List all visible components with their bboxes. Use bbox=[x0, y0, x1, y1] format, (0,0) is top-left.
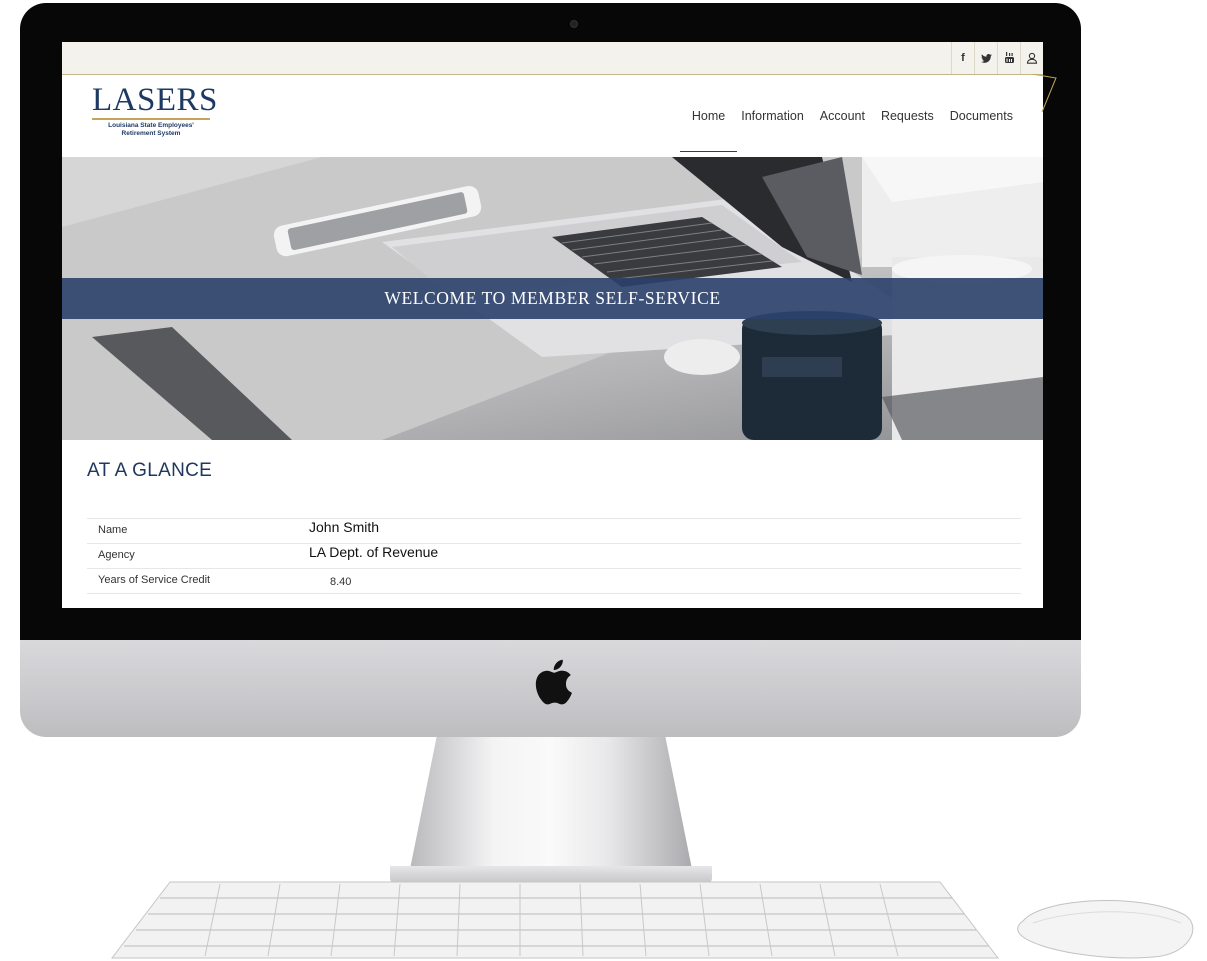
nav-documents[interactable]: Documents bbox=[942, 101, 1021, 131]
logo-subtitle-line1: Louisiana State Employees' bbox=[108, 122, 194, 129]
imac-stand bbox=[408, 737, 694, 879]
row-label: Years of Service Credit bbox=[98, 574, 211, 586]
magic-mouse bbox=[1017, 900, 1194, 959]
at-a-glance-table: Name John Smith Agency LA Dept. of Reven… bbox=[87, 518, 1021, 594]
table-row: Name John Smith bbox=[87, 518, 1021, 543]
facebook-icon[interactable]: f bbox=[951, 42, 974, 74]
logo-wordmark: LASERS bbox=[92, 82, 218, 118]
table-row: Agency LA Dept. of Revenue bbox=[87, 543, 1021, 568]
nav-information[interactable]: Information bbox=[733, 101, 812, 131]
twitter-icon[interactable] bbox=[974, 42, 997, 74]
nav-arrow-outline bbox=[1031, 74, 1057, 113]
welcome-banner: WELCOME TO MEMBER SELF-SERVICE bbox=[62, 278, 1043, 319]
user-icon[interactable] bbox=[1020, 42, 1043, 74]
top-utility-bar: f bbox=[62, 42, 1043, 75]
table-row: Years of Service Credit 8.40 bbox=[87, 568, 1021, 594]
youtube-icon[interactable] bbox=[997, 42, 1020, 74]
main-nav: Home Information Account Requests Docume… bbox=[679, 101, 1021, 152]
screen: f LASERS Louisiana State Employees' Reti… bbox=[62, 42, 1043, 608]
row-value: 8.40 bbox=[330, 576, 352, 588]
logo-rule bbox=[92, 118, 210, 120]
at-a-glance-heading: AT A GLANCE bbox=[87, 460, 213, 481]
nav-account[interactable]: Account bbox=[812, 101, 873, 131]
row-label: Agency bbox=[98, 549, 135, 561]
site-header: LASERS Louisiana State Employees' Retire… bbox=[62, 75, 1043, 157]
camera bbox=[570, 20, 578, 28]
row-value: John Smith bbox=[309, 519, 380, 535]
row-label: Name bbox=[98, 524, 128, 536]
keyboard bbox=[110, 881, 1000, 959]
nav-requests[interactable]: Requests bbox=[873, 101, 942, 131]
social-links: f bbox=[951, 42, 1043, 74]
apple-icon bbox=[535, 659, 572, 705]
nav-home[interactable]: Home bbox=[679, 101, 738, 152]
welcome-text: WELCOME TO MEMBER SELF-SERVICE bbox=[384, 288, 721, 308]
lasers-logo[interactable]: LASERS Louisiana State Employees' Retire… bbox=[92, 83, 222, 147]
logo-subtitle-line2: Retirement System bbox=[121, 130, 181, 137]
row-value: LA Dept. of Revenue bbox=[309, 544, 439, 560]
hero-banner: WELCOME TO MEMBER SELF-SERVICE bbox=[62, 157, 1043, 440]
